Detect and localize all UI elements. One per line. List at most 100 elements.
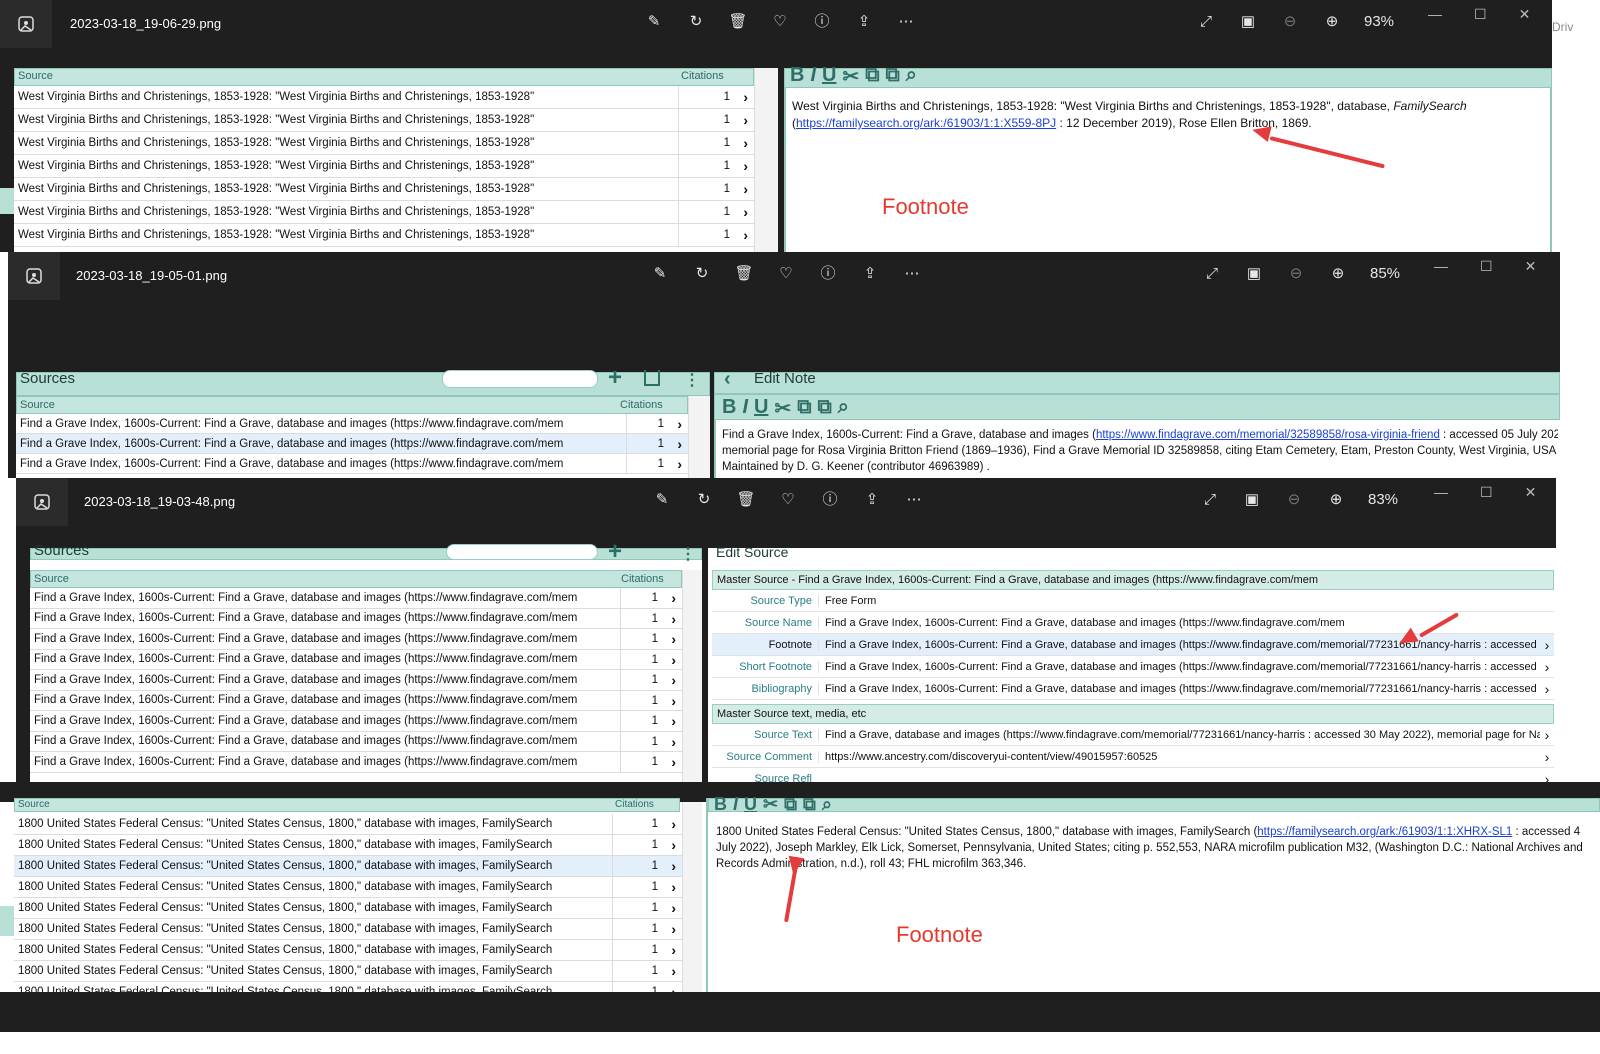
share-icon[interactable]: ⇪ (860, 264, 880, 284)
chevron-right-icon[interactable]: › (671, 919, 676, 940)
favorite-icon[interactable]: ♡ (770, 12, 790, 32)
copy-icon[interactable]: ⧉ (784, 794, 797, 815)
italic-icon[interactable]: I (742, 396, 748, 421)
table-row[interactable]: Find a Grave Index, 1600s-Current: Find … (30, 690, 682, 712)
table-row[interactable]: Find a Grave Index, 1600s-Current: Find … (16, 454, 688, 474)
zoom-in-icon[interactable]: ⊕ (1328, 264, 1348, 284)
table-row[interactable]: Find a Grave Index, 1600s-Current: Find … (16, 434, 688, 454)
edit-image-icon[interactable]: ✎ (644, 12, 664, 32)
bold-icon[interactable]: B (722, 396, 736, 421)
photos-app-icon[interactable] (8, 252, 60, 300)
property-value[interactable]: Find a Grave Index, 1600s-Current: Find … (818, 638, 1540, 651)
col-citations[interactable]: Citations (621, 573, 664, 585)
back-icon[interactable]: ‹ (724, 368, 731, 391)
share-icon[interactable]: ⇪ (862, 490, 882, 510)
actual-size-icon[interactable]: ▣ (1244, 264, 1264, 284)
zoom-in-icon[interactable]: ⊕ (1326, 490, 1346, 510)
info-icon[interactable]: ⓘ (812, 12, 832, 32)
close-button[interactable]: ✕ (1525, 484, 1537, 501)
chevron-right-icon[interactable]: › (671, 650, 676, 671)
table-row[interactable]: West Virginia Births and Christenings, 1… (14, 86, 754, 109)
italic-icon[interactable]: I (810, 64, 816, 89)
chevron-right-icon[interactable]: › (743, 86, 748, 109)
table-row[interactable]: Find a Grave Index, 1600s-Current: Find … (30, 588, 682, 609)
note-text[interactable]: West Virginia Births and Christenings, 1… (792, 98, 1512, 132)
chevron-right-icon[interactable]: › (671, 856, 676, 877)
copy-icon[interactable]: ⧉ (865, 64, 879, 89)
chevron-right-icon[interactable]: › (671, 711, 676, 732)
chevron-right-icon[interactable]: › (743, 109, 748, 132)
minimize-button[interactable]: — (1434, 258, 1448, 275)
table-row[interactable]: Find a Grave Index, 1600s-Current: Find … (30, 670, 682, 691)
paste-icon[interactable]: ⧉ (818, 396, 832, 421)
chevron-right-icon[interactable]: › (1540, 637, 1554, 653)
chevron-right-icon[interactable]: › (671, 691, 676, 712)
photos-app-icon[interactable] (0, 0, 52, 48)
fullscreen-icon[interactable]: ⤢ (1202, 264, 1222, 284)
col-citations[interactable]: Citations (681, 70, 724, 82)
col-citations[interactable]: Citations (615, 799, 654, 810)
property-row[interactable]: Footnote Find a Grave Index, 1600s-Curren… (712, 634, 1554, 656)
table-row[interactable]: 1800 United States Federal Census: "Unit… (14, 940, 682, 961)
table-row[interactable]: Find a Grave Index, 1600s-Current: Find … (30, 649, 682, 671)
zoom-out-icon[interactable]: ⊖ (1280, 12, 1300, 32)
table-row[interactable]: West Virginia Births and Christenings, 1… (14, 109, 754, 132)
paste-icon[interactable]: ⧉ (886, 64, 900, 89)
col-source[interactable]: Source (18, 70, 53, 82)
cut-icon[interactable]: ✂ (842, 64, 859, 89)
property-row[interactable]: Source Text Find a Grave, database and im… (712, 724, 1554, 746)
cut-icon[interactable]: ✂ (774, 396, 791, 421)
chevron-right-icon[interactable]: › (743, 155, 748, 178)
bold-icon[interactable]: B (790, 64, 804, 89)
more-icon[interactable]: ⋯ (896, 12, 916, 32)
table-row[interactable]: West Virginia Births and Christenings, 1… (14, 132, 754, 155)
chevron-right-icon[interactable]: › (671, 588, 676, 609)
info-icon[interactable]: ⓘ (820, 490, 840, 510)
table-row[interactable]: Find a Grave Index, 1600s-Current: Find … (30, 711, 682, 732)
chevron-right-icon[interactable]: › (677, 454, 682, 474)
chevron-right-icon[interactable]: › (671, 877, 676, 898)
chevron-right-icon[interactable]: › (671, 814, 676, 835)
property-value[interactable]: Free Form (818, 594, 1554, 607)
chevron-right-icon[interactable]: › (671, 940, 676, 961)
table-row[interactable]: 1800 United States Federal Census: "Unit… (14, 961, 682, 982)
more-options-icon[interactable]: ⋮ (680, 544, 696, 564)
share-icon[interactable]: ⇪ (854, 12, 874, 32)
chevron-right-icon[interactable]: › (671, 732, 676, 753)
property-value[interactable]: Find a Grave, database and images (https… (818, 728, 1540, 741)
source-list-scrollbar[interactable] (682, 802, 702, 992)
chevron-right-icon[interactable]: › (743, 178, 748, 201)
actual-size-icon[interactable]: ▣ (1242, 490, 1262, 510)
minimize-button[interactable]: — (1434, 484, 1448, 501)
table-row[interactable]: West Virginia Births and Christenings, 1… (14, 178, 754, 201)
property-row[interactable]: Source Type Free Form (712, 590, 1554, 612)
underline-icon[interactable]: U (754, 396, 768, 421)
info-icon[interactable]: ⓘ (818, 264, 838, 284)
note-text[interactable]: Find a Grave Index, 1600s-Current: Find … (722, 427, 1558, 475)
property-row[interactable]: Bibliography Find a Grave Index, 1600s-Cu… (712, 678, 1554, 700)
source-list-scrollbar[interactable] (688, 396, 710, 478)
search-icon[interactable]: ⌕ (822, 794, 832, 815)
sources-search-input[interactable] (442, 370, 598, 388)
property-value[interactable]: Find a Grave Index, 1600s-Current: Find … (818, 682, 1540, 695)
table-row[interactable]: 1800 United States Federal Census: "Unit… (14, 919, 682, 940)
table-row[interactable]: 1800 United States Federal Census: "Unit… (14, 898, 682, 919)
property-row[interactable]: Short Footnote Find a Grave Index, 1600s-… (712, 656, 1554, 678)
col-source[interactable]: Source (34, 573, 69, 585)
chevron-right-icon[interactable]: › (671, 898, 676, 919)
copy-icon[interactable]: ⧉ (797, 396, 811, 421)
col-source[interactable]: Source (20, 399, 55, 411)
table-row[interactable]: 1800 United States Federal Census: "Unit… (14, 877, 682, 898)
favorite-icon[interactable]: ♡ (778, 490, 798, 510)
fullscreen-icon[interactable]: ⤢ (1196, 12, 1216, 32)
table-row[interactable]: 1800 United States Federal Census: "Unit… (14, 814, 682, 835)
rotate-icon[interactable]: ↻ (692, 264, 712, 284)
delete-icon[interactable]: 🗑 (736, 490, 756, 510)
chevron-right-icon[interactable]: › (677, 434, 682, 454)
minimize-button[interactable]: — (1428, 6, 1442, 23)
add-source-icon[interactable]: + (608, 364, 622, 392)
rotate-icon[interactable]: ↻ (686, 12, 706, 32)
chevron-right-icon[interactable]: › (743, 132, 748, 155)
table-row[interactable]: West Virginia Births and Christenings, 1… (14, 224, 754, 247)
property-value[interactable]: Find a Grave Index, 1600s-Current: Find … (818, 660, 1540, 673)
